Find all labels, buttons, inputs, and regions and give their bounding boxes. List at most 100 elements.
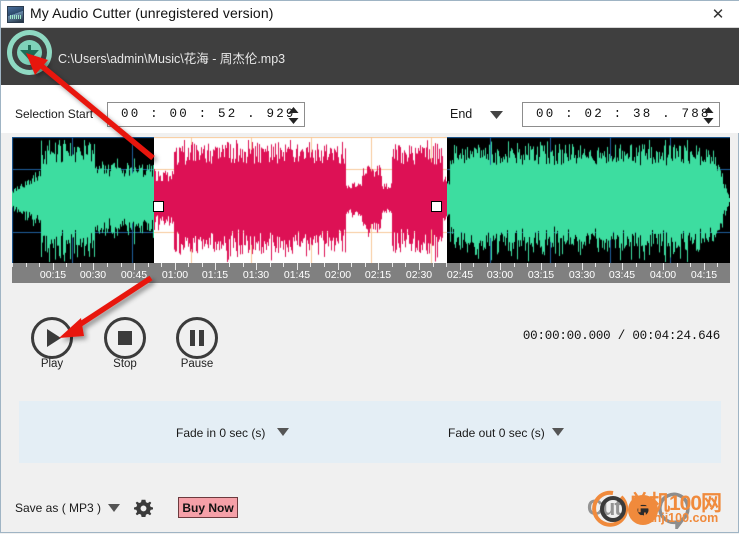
time-ruler: 00:15 00:30 00:45 01:00 01:15 01:30 01:45 02:00… bbox=[12, 263, 730, 283]
time-display: 00:00:00.000 / 00:04:24.646 bbox=[522, 329, 720, 343]
ruler-label: 01:45 bbox=[283, 269, 311, 281]
window-title: My Audio Cutter (unregistered version) bbox=[30, 5, 274, 21]
spinner-up-down-icon[interactable] bbox=[287, 106, 300, 125]
ruler-tick bbox=[555, 263, 556, 267]
stop-button[interactable] bbox=[104, 317, 146, 359]
ruler-label: 03:00 bbox=[486, 269, 514, 281]
ruler-label: 02:00 bbox=[324, 269, 352, 281]
watermark-url-text: danji100.com bbox=[639, 511, 719, 525]
fade-in-label[interactable]: Fade in 0 sec (s) bbox=[176, 426, 265, 440]
download-arrow-icon bbox=[17, 40, 42, 65]
selection-start-label: Selection Start bbox=[15, 107, 94, 121]
selection-end-input[interactable]: 00 : 02 : 38 . 788 bbox=[522, 102, 720, 127]
app-window: My Audio Cutter (unregistered version) ✕… bbox=[0, 0, 739, 533]
ruler-tick bbox=[243, 263, 244, 267]
pause-button[interactable] bbox=[176, 317, 218, 359]
ruler-tick bbox=[473, 263, 474, 267]
chevron-down-icon[interactable] bbox=[108, 504, 120, 512]
spinner-up-down-icon[interactable] bbox=[702, 106, 715, 125]
ruler-tick bbox=[636, 263, 637, 267]
ruler-tick bbox=[514, 263, 515, 267]
ruler-tick bbox=[351, 263, 352, 267]
watermark-cn-text: 单机100网 bbox=[629, 492, 722, 515]
ruler-tick bbox=[229, 263, 230, 267]
selection-end-label: End bbox=[450, 107, 473, 121]
close-icon[interactable]: ✕ bbox=[696, 1, 739, 27]
ruler-tick bbox=[392, 263, 393, 267]
ruler-tick bbox=[527, 263, 528, 267]
ruler-label: 01:00 bbox=[161, 269, 189, 281]
disc-logo-icon bbox=[592, 490, 690, 529]
ruler-tick bbox=[446, 263, 447, 267]
waveform-segment-selected[interactable] bbox=[154, 137, 447, 263]
ruler-tick bbox=[433, 263, 434, 267]
fade-out-label[interactable]: Fade out 0 sec (s) bbox=[448, 426, 545, 440]
save-as-label[interactable]: Save as ( MP3 ) bbox=[15, 501, 101, 515]
ruler-label: 04:00 bbox=[649, 269, 677, 281]
ruler-tick bbox=[188, 263, 189, 267]
stop-label: Stop bbox=[113, 358, 137, 370]
watermark: Cut 单机100网 danji100.com bbox=[587, 485, 737, 531]
title-bar: My Audio Cutter (unregistered version) ✕ bbox=[1, 1, 739, 28]
ruler-tick bbox=[107, 263, 108, 267]
ruler-label: 02:30 bbox=[405, 269, 433, 281]
ruler-label: 01:30 bbox=[242, 269, 270, 281]
chevron-down-icon[interactable] bbox=[277, 428, 289, 436]
ruler-label: 03:45 bbox=[608, 269, 636, 281]
ruler-tick bbox=[568, 263, 569, 267]
ruler-tick bbox=[717, 263, 718, 267]
ruler-tick bbox=[677, 263, 678, 267]
selection-handle-right[interactable] bbox=[431, 201, 442, 212]
waveform-canvas bbox=[154, 137, 447, 263]
ruler-tick bbox=[690, 263, 691, 267]
ruler-tick bbox=[609, 263, 610, 267]
ruler-tick bbox=[39, 263, 40, 267]
play-button[interactable] bbox=[31, 317, 73, 359]
ruler-tick bbox=[66, 263, 67, 267]
fade-panel bbox=[19, 401, 721, 463]
selection-start-value: 00 : 00 : 52 . 929 bbox=[121, 107, 296, 121]
ruler-label: 03:15 bbox=[527, 269, 555, 281]
gear-icon[interactable] bbox=[134, 499, 153, 518]
ruler-label: 00:30 bbox=[79, 269, 107, 281]
ruler-tick bbox=[487, 263, 488, 267]
selection-handle-left[interactable] bbox=[153, 201, 164, 212]
ruler-tick bbox=[12, 263, 13, 267]
ruler-tick bbox=[161, 263, 162, 267]
ruler-label: 03:30 bbox=[568, 269, 596, 281]
ruler-tick bbox=[595, 263, 596, 267]
file-path-text: C:\Users\admin\Music\花海 - 周杰伦.mp3 bbox=[58, 52, 286, 66]
ruler-tick bbox=[405, 263, 406, 267]
ruler-label: 04:15 bbox=[690, 269, 718, 281]
watermark-left-text: Cut bbox=[587, 495, 622, 520]
chevron-down-icon[interactable] bbox=[489, 110, 504, 120]
ruler-label: 01:15 bbox=[201, 269, 229, 281]
ruler-label: 00:45 bbox=[120, 269, 148, 281]
buy-now-button[interactable]: Buy Now bbox=[178, 497, 238, 518]
ruler-label: 00:15 bbox=[39, 269, 67, 281]
pause-icon bbox=[190, 330, 204, 346]
ruler-label: 02:45 bbox=[446, 269, 474, 281]
play-label: Play bbox=[40, 358, 64, 370]
ruler-tick bbox=[26, 263, 27, 267]
ruler-tick bbox=[365, 263, 366, 267]
ruler-tick bbox=[270, 263, 271, 267]
waveform-segment-before-selection[interactable] bbox=[12, 137, 154, 263]
waveform-canvas bbox=[12, 137, 154, 263]
selection-end-value: 00 : 02 : 38 . 788 bbox=[536, 107, 711, 121]
play-icon bbox=[47, 329, 61, 347]
ruler-tick bbox=[148, 263, 149, 267]
ruler-tick bbox=[650, 263, 651, 267]
ruler-tick bbox=[121, 263, 122, 267]
app-icon bbox=[7, 6, 24, 23]
waveform-display[interactable] bbox=[12, 137, 730, 263]
waveform-segment-after-selection[interactable] bbox=[447, 137, 730, 263]
waveform-canvas bbox=[447, 137, 730, 263]
ruler-tick bbox=[283, 263, 284, 267]
chevron-down-icon[interactable] bbox=[552, 428, 564, 436]
stop-icon bbox=[118, 331, 132, 345]
open-file-button[interactable] bbox=[7, 30, 52, 75]
ruler-tick bbox=[324, 263, 325, 267]
selection-start-input[interactable]: 00 : 00 : 52 . 929 bbox=[107, 102, 305, 127]
ruler-label: 02:15 bbox=[364, 269, 392, 281]
